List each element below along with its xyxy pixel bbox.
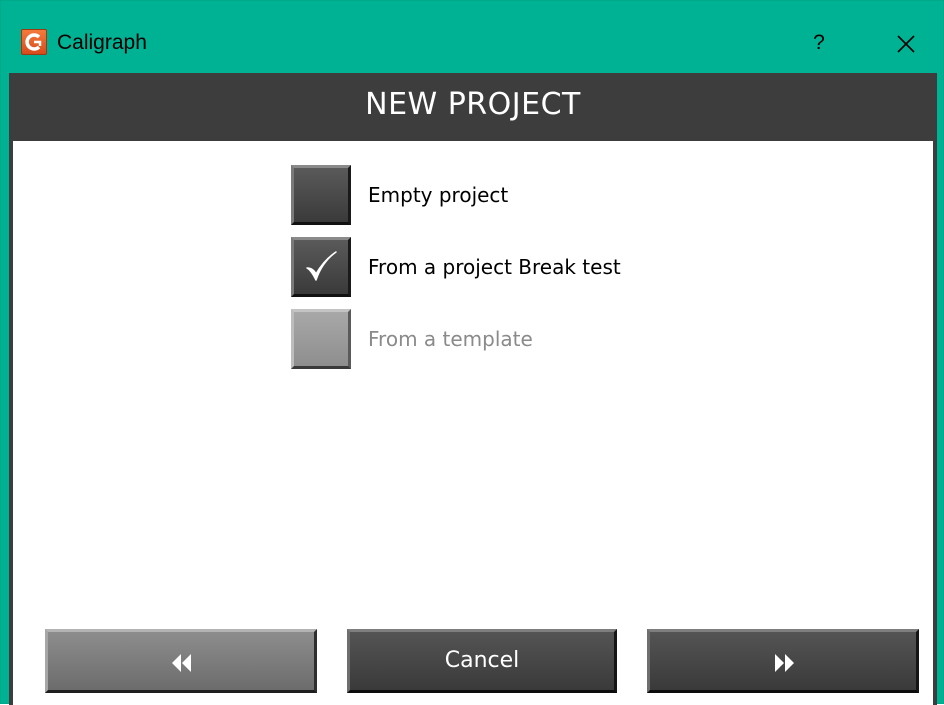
cancel-button-label: Cancel — [444, 648, 520, 673]
dialog-body: NEW PROJECT Empty project From a project… — [9, 73, 937, 705]
checkmark-icon — [306, 251, 337, 281]
from-project-checkbox[interactable] — [291, 237, 351, 297]
double-chevron-right-icon — [775, 654, 794, 672]
title-bar[interactable]: Caligraph ? — [1, 1, 943, 73]
from-template-checkbox — [291, 309, 351, 369]
back-button[interactable] — [45, 629, 317, 693]
option-from-template: From a template — [291, 309, 611, 369]
next-button[interactable] — [647, 629, 919, 693]
window-title: Caligraph — [57, 31, 147, 54]
close-button[interactable] — [881, 23, 929, 65]
option-from-project[interactable]: From a project Break test — [291, 237, 711, 297]
content-panel: Empty project From a project Break test … — [9, 141, 937, 705]
double-chevron-left-icon — [172, 654, 191, 672]
close-icon — [897, 35, 915, 53]
cancel-button[interactable]: Cancel — [347, 629, 617, 693]
dialog-window: Caligraph ? NEW PROJECT Empty project Fr… — [0, 0, 944, 705]
page-title: NEW PROJECT — [9, 73, 937, 141]
option-label: Empty project — [368, 183, 509, 207]
caligraph-app-icon — [21, 29, 47, 55]
option-label: From a template — [368, 327, 533, 351]
option-empty-project[interactable]: Empty project — [291, 165, 591, 225]
help-button[interactable]: ? — [795, 19, 843, 67]
empty-project-checkbox[interactable] — [291, 165, 351, 225]
option-label: From a project Break test — [368, 255, 621, 279]
